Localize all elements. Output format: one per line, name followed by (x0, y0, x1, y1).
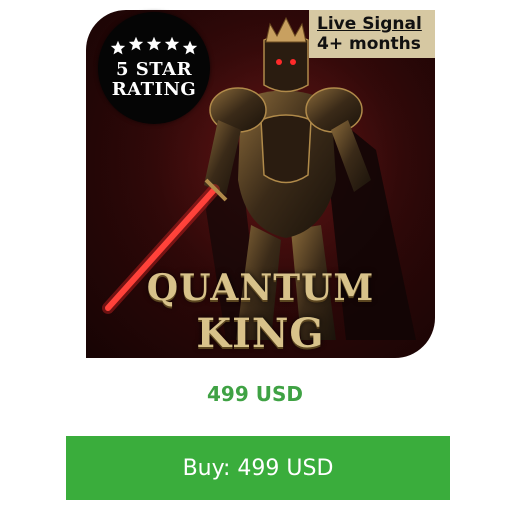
live-signal-title: Live Signal (317, 14, 422, 34)
rating-text-line-2: RATING (111, 79, 197, 100)
rating-badge: 5 STAR RATING (98, 12, 210, 124)
buy-button[interactable]: Buy: 499 USD (66, 436, 450, 500)
rating-text-line-1: 5 STAR (115, 59, 193, 80)
price-label: 499 USD (207, 382, 303, 406)
star-icon (182, 40, 198, 55)
star-icon (110, 40, 126, 55)
star-icon (128, 36, 144, 51)
product-card: QUANTUM KING 5 STAR RATING Live Signal 4… (0, 0, 510, 510)
live-signal-duration: 4+ months (317, 34, 421, 54)
product-title-line-1: QUANTUM (146, 267, 375, 309)
rating-stars (110, 36, 198, 56)
star-icon (146, 36, 162, 51)
star-icon (164, 36, 180, 51)
product-title-line-2: KING (196, 310, 325, 357)
live-signal-badge: Live Signal 4+ months (309, 10, 435, 58)
